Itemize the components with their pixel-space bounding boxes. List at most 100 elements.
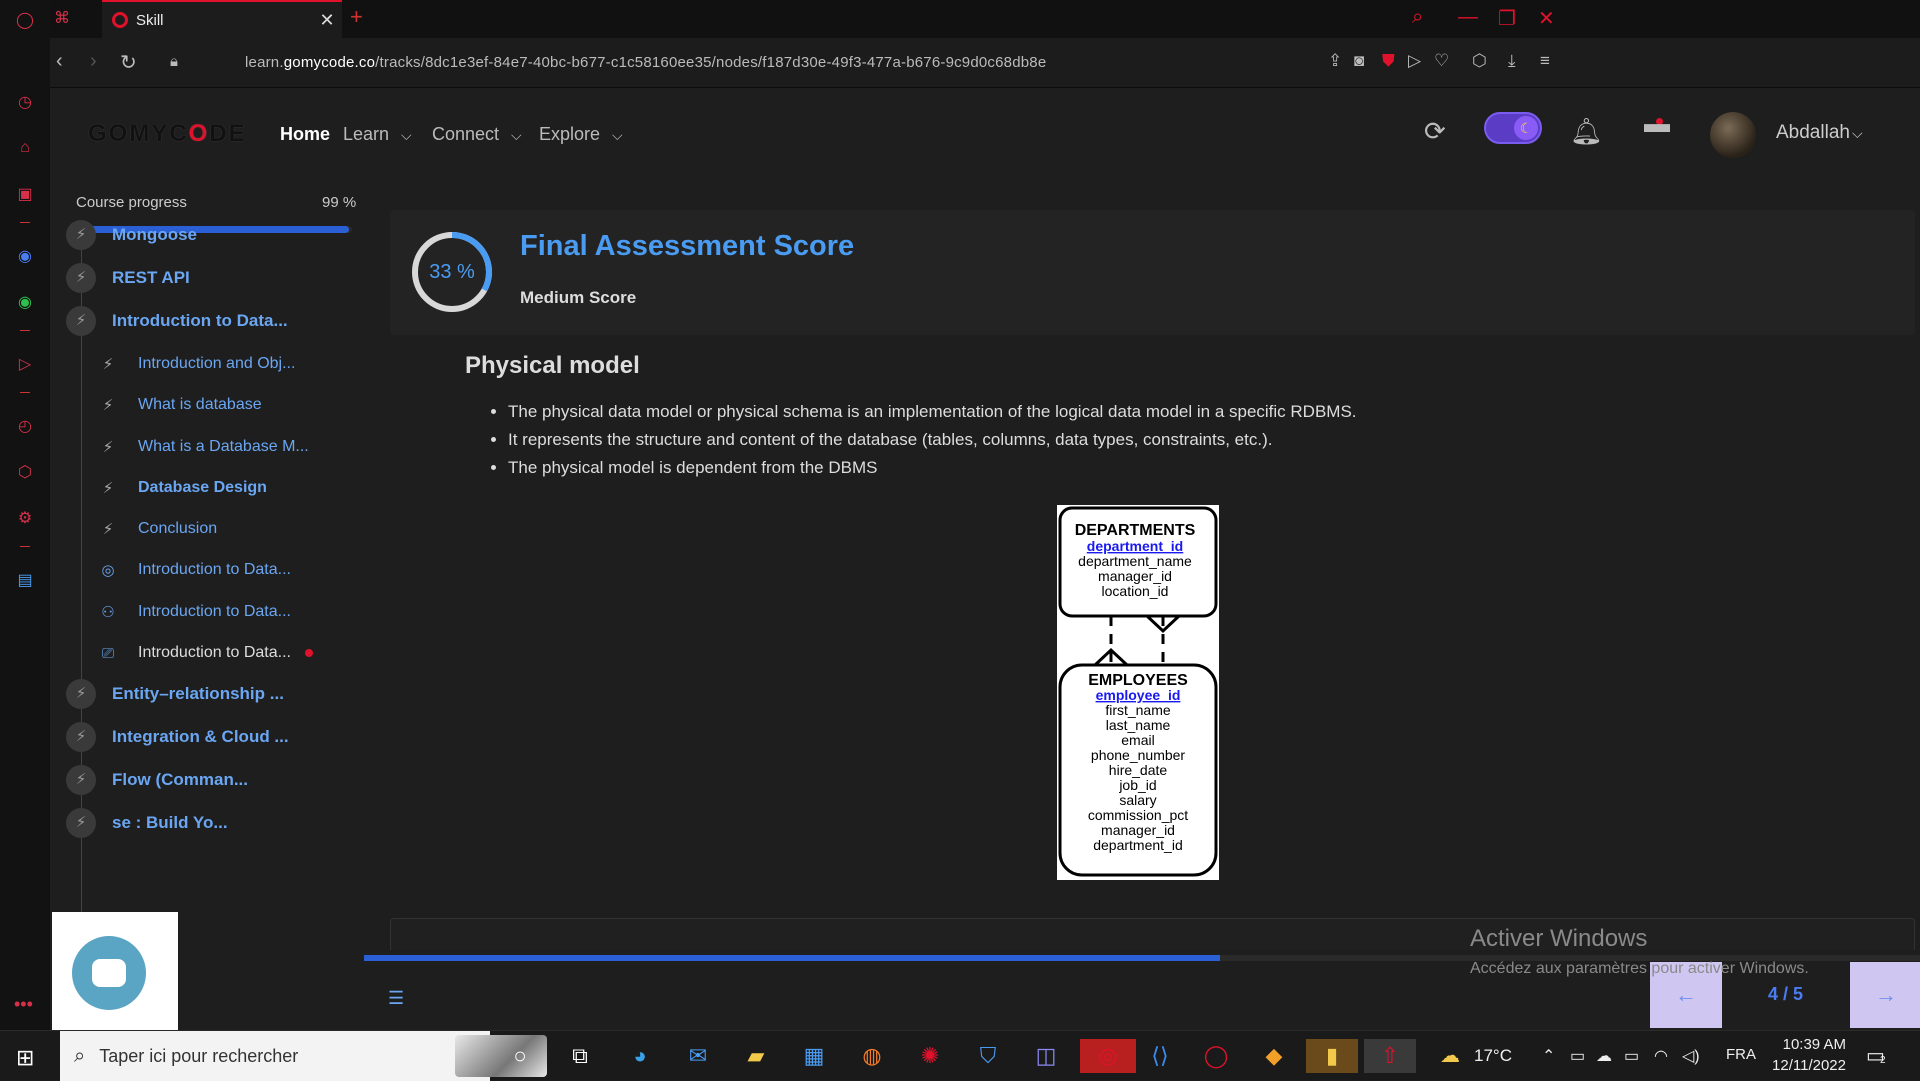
download-icon[interactable]: ⤓ [1508,51,1516,71]
module-entity-relationship[interactable]: ⚡︎ Entity–relationship ... [66,679,284,709]
module-flow[interactable]: ⚡︎ Flow (Comman... [66,765,248,795]
next-button[interactable]: → [1850,962,1920,1028]
chat-icon[interactable]: ▬ [1644,108,1670,139]
progress-label: Course progress [76,194,187,211]
volume-icon[interactable]: ◁) [1682,1046,1700,1066]
language-indicator[interactable]: FRA [1726,1046,1756,1063]
app-icon[interactable]: ◫ [1026,1039,1066,1073]
meet-icon[interactable]: ▭ [1570,1046,1585,1066]
weather-icon[interactable]: ☁ [1440,1043,1460,1068]
extensions-icon[interactable]: ⬡ [13,460,37,484]
module-rest-api[interactable]: ⚡︎ REST API [66,263,190,293]
battery-icon[interactable]: ▭ [1624,1046,1639,1066]
tab-close-icon[interactable]: ✕ [312,10,342,31]
bolt-icon: ⚡︎ [66,263,96,293]
player-icon[interactable]: ▷ [13,352,37,376]
cloud-icon[interactable]: ☁ [1596,1046,1612,1066]
speed-dial-icon[interactable]: ◷ [13,90,37,114]
clock-date[interactable]: 12/11/2022 [1766,1057,1846,1074]
mail-icon[interactable]: ✉ [678,1039,718,1073]
lesson-item[interactable]: ⚡︎ Introduction and Obj... [98,355,296,373]
url-field[interactable]: learn.gomycode.co/tracks/8dc1e3ef-84e7-4… [245,54,1046,71]
more-options-icon[interactable]: ••• [14,994,33,1015]
gomycode-logo[interactable]: GOMYCODE [88,120,247,148]
chevron-up-icon[interactable]: ⌃ [1542,1046,1555,1066]
clock-time[interactable]: 10:39 AM [1772,1036,1846,1053]
lesson-item[interactable]: ⚇ Introduction to Data... [98,603,291,621]
taskbar-search[interactable]: ⌕ Taper ici pour rechercher [60,1031,547,1081]
activate-windows-subtitle: Accédez aux paramètres pour activer Wind… [1470,960,1809,977]
translator-icon[interactable]: ▤ [13,568,37,592]
bolt-icon: ⚡︎ [66,722,96,752]
divider [20,330,30,331]
shield-icon[interactable]: ⛉ [968,1039,1008,1073]
vscode-icon[interactable]: ⟨⟩ [1140,1039,1180,1073]
search-icon: ⌕ [74,1044,86,1067]
send-icon[interactable]: ▷ [1408,51,1421,71]
lesson-item[interactable]: ⚡︎ Database Design [98,479,267,497]
app-icon[interactable]: ✺ [910,1039,950,1073]
upload-app-icon[interactable]: ⇧ [1364,1039,1416,1073]
store-icon[interactable]: ▦ [794,1039,834,1073]
menu-icon[interactable]: ≡ [1540,51,1550,71]
outline-list-icon[interactable]: ☰ [388,988,404,1009]
cortana-icon[interactable]: ○ [500,1039,540,1073]
refresh-icon[interactable]: ⟳ [1424,116,1446,147]
windows-start-icon[interactable]: ⊞ [16,1045,34,1071]
nav-explore[interactable]: Explore ⌵ [539,124,623,145]
search-tabs-icon[interactable]: ⌕ [1412,6,1423,29]
lesson-item[interactable]: ◎ Introduction to Data... [98,561,291,579]
chat-launcher-button[interactable] [72,936,146,1010]
heart-icon[interactable]: ♡ [1434,51,1449,71]
vpn-shield-icon[interactable]: ⛊ [1382,51,1395,71]
settings-gear-icon[interactable]: ⚙ [13,506,37,530]
nav-learn[interactable]: Learn ⌵ [343,124,412,145]
file-explorer-icon[interactable]: ▰ [736,1039,776,1073]
back-icon[interactable]: ‹ [56,50,63,73]
shopping-icon[interactable]: ⌂ [13,136,37,160]
minimize-icon[interactable]: — [1458,6,1478,29]
bolt-icon: ⚡︎ [102,439,114,456]
close-window-icon[interactable]: ✕ [1538,6,1555,31]
edge-icon[interactable]: ◕ [620,1039,660,1073]
lesson-item[interactable]: ⚡︎ Conclusion [98,520,217,538]
tab-skill[interactable]: Skill ✕ [102,0,342,38]
cube-icon[interactable]: ⬡ [1472,51,1487,71]
avatar[interactable] [1710,112,1756,158]
module-build[interactable]: ⚡︎ se : Build Yo... [66,808,228,838]
lesson-item[interactable]: ⚡︎ What is database [98,396,262,414]
forward-icon[interactable]: › [90,50,97,73]
new-tab-button[interactable]: + [350,4,363,30]
bell-icon[interactable]: 🔔︎ [1570,116,1603,147]
whatsapp-icon[interactable]: ◉ [13,290,37,314]
reload-icon[interactable]: ↻ [120,50,137,75]
opera-gx-icon[interactable]: ◎ [1080,1039,1136,1073]
dark-mode-toggle[interactable]: ☾ [1484,112,1542,144]
twitch-icon[interactable]: ▣ [13,182,37,206]
git-icon[interactable]: ◆ [1254,1039,1294,1073]
module-integration-cloud[interactable]: ⚡︎ Integration & Cloud ... [66,722,289,752]
messenger-icon[interactable]: ◉ [13,244,37,268]
firefox-icon[interactable]: ◍ [852,1039,892,1073]
nav-home[interactable]: Home [280,124,330,145]
list-item: The physical model is dependent from the… [508,454,1808,482]
lesson-item[interactable]: ⚡︎ What is a Database M... [98,438,309,456]
target-icon: ◎ [101,562,115,579]
snapshot-icon[interactable]: ◙ [1354,51,1364,71]
module-intro-databases[interactable]: ⚡︎ Introduction to Data... [66,306,288,336]
employee-field: salary [1119,792,1156,808]
module-mongoose[interactable]: ⚡︎ Mongoose [66,220,197,250]
temperature[interactable]: 17°C [1474,1046,1512,1066]
task-view-icon[interactable]: ⧉ [560,1039,600,1073]
wifi-icon[interactable]: ◠ [1654,1046,1668,1066]
gamepad-icon[interactable]: ⌘ [54,8,70,28]
share-icon[interactable]: ⇪ [1328,51,1342,71]
opera-logo-icon[interactable]: ◯ [13,8,37,32]
user-menu[interactable]: Abdallah ⌵ [1776,122,1863,144]
restore-icon[interactable]: ❐ [1498,6,1516,31]
lesson-item-current[interactable]: ⎚ Introduction to Data... [98,644,313,662]
opera-icon[interactable]: ◯ [1196,1039,1236,1073]
history-icon[interactable]: ◴ [13,414,37,438]
folder-icon[interactable]: ▮ [1306,1039,1358,1073]
nav-connect[interactable]: Connect ⌵ [432,124,522,145]
